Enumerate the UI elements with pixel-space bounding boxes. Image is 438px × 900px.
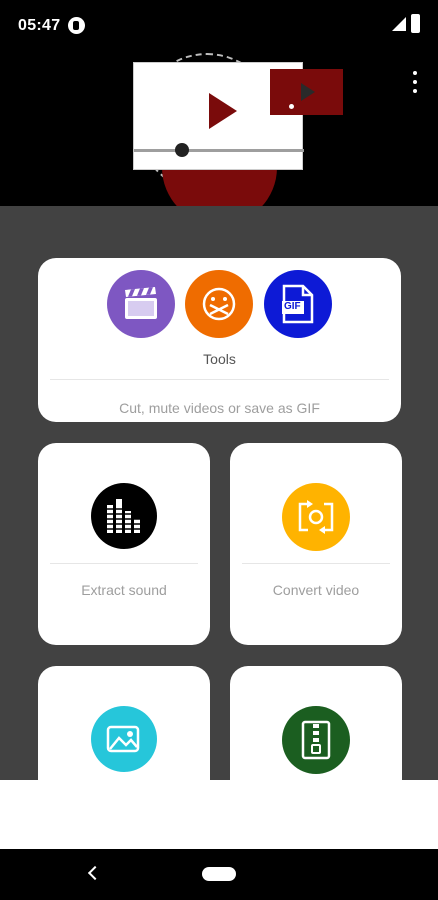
zip-icon-circle bbox=[282, 706, 350, 774]
extract-sound-card[interactable]: Extract sound bbox=[38, 443, 210, 645]
mute-face-icon bbox=[202, 287, 236, 321]
convert-video-label: Convert video bbox=[272, 582, 360, 598]
convert-video-icon-circle bbox=[282, 483, 350, 551]
clapperboard-button[interactable] bbox=[107, 270, 175, 338]
convert-video-card[interactable]: Convert video bbox=[230, 443, 402, 645]
mini-player-illustration bbox=[270, 69, 343, 115]
equalizer-icon bbox=[105, 499, 143, 533]
play-icon bbox=[209, 93, 237, 129]
overflow-menu-icon[interactable] bbox=[404, 68, 426, 98]
status-time: 05:47 bbox=[18, 17, 61, 34]
extract-sound-divider bbox=[50, 563, 198, 564]
mute-button[interactable] bbox=[185, 270, 253, 338]
bottom-sheet bbox=[0, 780, 438, 849]
back-icon[interactable] bbox=[87, 865, 103, 881]
extract-sound-label: Extract sound bbox=[81, 582, 167, 598]
image-icon-circle bbox=[91, 706, 157, 772]
image-icon bbox=[106, 725, 140, 753]
home-pill-icon[interactable] bbox=[202, 867, 236, 881]
seek-knob bbox=[175, 143, 189, 157]
header-banner bbox=[0, 52, 438, 206]
tools-subtitle: Cut, mute videos or save as GIF bbox=[119, 400, 320, 416]
tools-divider bbox=[50, 379, 389, 380]
clapperboard-icon bbox=[125, 287, 157, 319]
convert-video-icon bbox=[298, 500, 334, 534]
gif-button[interactable]: GIF bbox=[264, 270, 332, 338]
status-bar: 05:47 bbox=[0, 0, 438, 52]
convert-video-divider bbox=[242, 563, 390, 564]
mini-dot bbox=[289, 104, 294, 109]
zip-file-icon bbox=[301, 720, 331, 760]
tools-title: Tools bbox=[203, 351, 236, 367]
notification-app-icon bbox=[68, 17, 85, 34]
cell-signal-icon bbox=[392, 17, 406, 31]
battery-icon bbox=[411, 14, 420, 33]
tools-card[interactable]: GIF Tools Cut, mute videos or save as GI… bbox=[38, 258, 401, 422]
navigation-bar bbox=[0, 849, 438, 900]
gif-badge-text: GIF bbox=[284, 301, 301, 312]
mini-play-icon bbox=[301, 83, 315, 101]
seek-track bbox=[134, 149, 304, 152]
extract-sound-icon-circle bbox=[91, 483, 157, 549]
